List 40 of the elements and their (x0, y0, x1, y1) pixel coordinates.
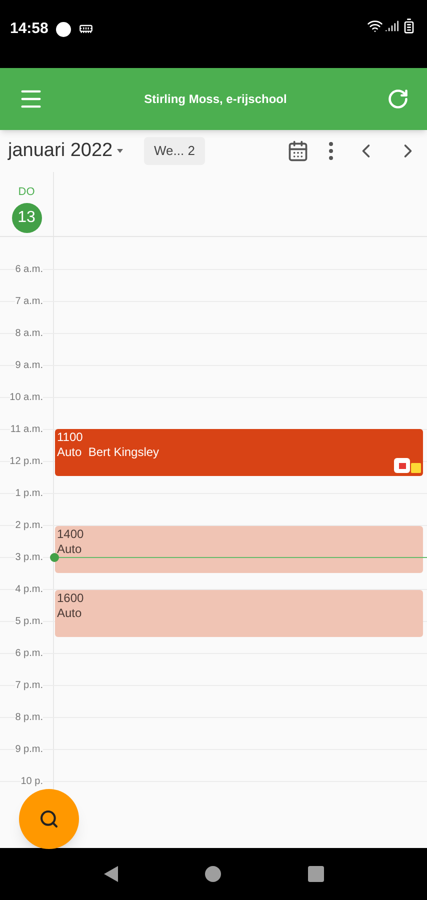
more-button[interactable] (329, 142, 333, 160)
calendar-icon (287, 140, 309, 162)
appointment-time: 1600 (57, 591, 85, 606)
hour-label: 2 p.m. (15, 518, 43, 533)
hour-label: 9 p.m. (15, 742, 43, 757)
hour-label: 7 p.m. (15, 678, 43, 693)
refresh-button[interactable] (387, 88, 409, 110)
notification-icon (56, 22, 72, 37)
appointment-block[interactable]: 1600 Auto (55, 590, 423, 637)
month-dropdown[interactable]: januari 2022 (8, 136, 136, 166)
app-title: Stirling Moss, e-rijschool (144, 91, 287, 108)
appointment-title: Auto (57, 542, 83, 557)
hour-label: 4 p.m. (15, 582, 43, 597)
hour-label: 1 p.m. (15, 486, 43, 501)
hour-label: 3 p.m. (15, 550, 43, 565)
more-icon (329, 142, 333, 160)
refresh-icon (387, 88, 409, 110)
hour-label: 12 p.m. (10, 454, 43, 469)
clock: 14:58 (10, 19, 48, 39)
wifi-icon (367, 18, 383, 34)
appointment-title: Auto (57, 606, 83, 621)
signal-icon (385, 19, 399, 33)
appointment-block[interactable]: 1400 Auto (55, 526, 423, 573)
appointment-block[interactable]: 1100 Auto Bert Kingsley (55, 429, 423, 476)
appointment-time: 1100 (57, 430, 84, 445)
hour-label: 5 p.m. (15, 614, 43, 629)
weekday-label: DO (18, 185, 35, 200)
dropdown-caret-icon (116, 149, 123, 153)
hour-label: 8 p.m. (15, 710, 43, 725)
today-button[interactable] (287, 140, 309, 162)
home-button[interactable] (204, 866, 220, 882)
recents-button[interactable] (308, 866, 324, 882)
back-button[interactable] (104, 866, 118, 882)
date-badge: 13 (12, 202, 42, 232)
view-selector[interactable]: We... 2 (144, 137, 205, 165)
hour-label: 6 p.m. (15, 646, 43, 661)
appointment-time: 1400 (57, 527, 85, 542)
appointment-title: Auto Bert Kingsley (57, 445, 160, 460)
hour-label: 10 p. (20, 774, 43, 789)
search-icon (39, 809, 59, 829)
